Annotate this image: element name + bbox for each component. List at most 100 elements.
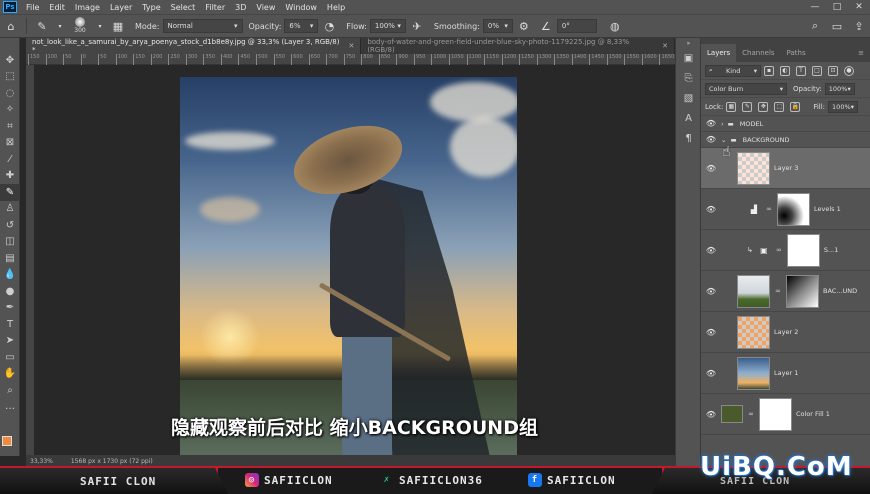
visibility-eye-icon[interactable]: 👁 <box>701 164 721 173</box>
blend-mode-select[interactable]: Color Burn ▾ <box>705 82 787 95</box>
filter-smart-object-icon[interactable]: ⊡ <box>828 65 838 76</box>
menu-image[interactable]: Image <box>70 3 105 12</box>
lock-position-icon[interactable]: ✥ <box>758 101 769 112</box>
zoom-level[interactable]: 33,33% <box>30 458 53 465</box>
share-icon[interactable]: ⇪ <box>851 18 867 34</box>
tab-channels[interactable]: Channels <box>736 44 780 62</box>
menu-help[interactable]: Help <box>322 3 350 12</box>
type-tool-icon[interactable]: T <box>0 316 20 333</box>
maximize-button[interactable]: □ <box>826 0 848 14</box>
smoothing-settings-gear-icon[interactable]: ⚙ <box>516 18 532 34</box>
smoothing-input[interactable]: 0% ▾ <box>482 19 513 33</box>
airbrush-icon[interactable]: ✈ <box>409 18 425 34</box>
pressure-opacity-icon[interactable]: ◔ <box>321 18 337 34</box>
lock-artboard-icon[interactable]: ⬚ <box>774 101 785 112</box>
chevron-down-icon[interactable]: ▾ <box>56 18 64 34</box>
fill-input[interactable]: 100% ▾ <box>828 100 859 113</box>
visibility-eye-icon[interactable]: 👁 <box>701 246 721 255</box>
tab-document-2[interactable]: body-of-water-and-green-field-under-blue… <box>361 38 675 54</box>
brush-tool-icon[interactable]: ✎ <box>0 184 20 201</box>
pressure-size-icon[interactable]: ◍ <box>607 18 623 34</box>
close-tab-icon[interactable]: ✕ <box>662 42 668 50</box>
menu-edit[interactable]: Edit <box>44 3 70 12</box>
filter-toggle-icon[interactable]: ● <box>844 65 854 76</box>
history-panel-icon[interactable]: ▣ <box>676 48 701 68</box>
rectangle-tool-icon[interactable]: ▭ <box>0 349 20 366</box>
frame-tool-icon[interactable]: ⊠ <box>0 135 20 152</box>
menu-view[interactable]: View <box>251 3 280 12</box>
menu-window[interactable]: Window <box>280 3 322 12</box>
character-panel-icon[interactable]: A <box>676 108 701 128</box>
menu-file[interactable]: File <box>21 3 44 12</box>
filter-pixel-icon[interactable]: ▪ <box>764 65 774 76</box>
visibility-eye-icon[interactable]: 👁 <box>701 135 721 144</box>
visibility-eye-icon[interactable]: 👁 <box>701 410 721 419</box>
eraser-tool-icon[interactable]: ◫ <box>0 234 20 251</box>
chevron-right-icon[interactable]: › <box>721 120 724 128</box>
layer-row[interactable]: 👁 Layer 1 <box>701 353 870 394</box>
visibility-eye-icon[interactable]: 👁 <box>701 287 721 296</box>
kind-filter-select[interactable]: ⌕ Kind ▾ <box>705 64 761 77</box>
healing-brush-tool-icon[interactable]: ✚ <box>0 168 20 185</box>
layer-row[interactable]: 👁 ▟ ∞ Levels 1 <box>701 189 870 230</box>
brush-settings-icon[interactable]: ▦ <box>110 18 126 34</box>
chevron-down-icon[interactable]: ▾ <box>96 18 104 34</box>
move-tool-icon[interactable]: ✥ <box>0 52 20 69</box>
hand-tool-icon[interactable]: ✋ <box>0 366 20 383</box>
mode-select[interactable]: Normal ▾ <box>162 19 243 33</box>
layer-opacity-input[interactable]: 100% ▾ <box>824 82 855 95</box>
angle-input[interactable]: 0° <box>556 19 597 33</box>
adjustments-panel-icon[interactable]: ▧ <box>676 88 701 108</box>
panel-collapse-icon[interactable]: » <box>676 38 701 48</box>
gradient-tool-icon[interactable]: ▤ <box>0 250 20 267</box>
menu-layer[interactable]: Layer <box>105 3 137 12</box>
zoom-tool-icon[interactable]: ⌕ <box>0 382 20 399</box>
pen-tool-icon[interactable]: ✒ <box>0 300 20 317</box>
opacity-input[interactable]: 6% ▾ <box>284 19 319 33</box>
clone-stamp-tool-icon[interactable]: ♙ <box>0 201 20 218</box>
filter-shape-icon[interactable]: □ <box>812 65 822 76</box>
layer-row[interactable]: 👁 Layer 2 <box>701 312 870 353</box>
tab-document-1[interactable]: not_look_like_a_samurai_by_arya_poenya_s… <box>26 38 362 54</box>
tab-paths[interactable]: Paths <box>781 44 812 62</box>
search-icon[interactable]: ⌕ <box>807 18 823 34</box>
layer-row[interactable]: 👁 ∞ BAC...UND <box>701 271 870 312</box>
history-brush-tool-icon[interactable]: ↺ <box>0 217 20 234</box>
foreground-color-swatch[interactable] <box>2 436 12 446</box>
home-icon[interactable]: ⌂ <box>3 18 19 34</box>
visibility-eye-icon[interactable]: 👁 <box>701 369 721 378</box>
paragraph-panel-icon[interactable]: ¶ <box>676 128 701 148</box>
menu-filter[interactable]: Filter <box>200 3 230 12</box>
brush-preset-picker[interactable]: 300 <box>67 16 93 36</box>
properties-panel-icon[interactable]: ⎘ <box>676 68 701 88</box>
workspace-icon[interactable]: ▭ <box>829 18 845 34</box>
close-tab-icon[interactable]: ✕ <box>348 42 354 50</box>
lock-all-icon[interactable]: 🔒 <box>790 101 801 112</box>
menu-select[interactable]: Select <box>166 3 201 12</box>
menu-type[interactable]: Type <box>137 3 165 12</box>
eyedropper-tool-icon[interactable]: ⁄ <box>0 151 20 168</box>
dodge-tool-icon[interactable]: ● <box>0 283 20 300</box>
minimize-button[interactable]: — <box>804 0 826 14</box>
filter-adjustment-icon[interactable]: ◐ <box>780 65 790 76</box>
layer-row[interactable]: 👁 ↳ ▣ ∞ S...1 <box>701 230 870 271</box>
filter-type-icon[interactable]: T <box>796 65 806 76</box>
lasso-tool-icon[interactable]: ◌ <box>0 85 20 102</box>
layer-row[interactable]: 👁 › ▬ MODEL <box>701 116 870 132</box>
crop-tool-icon[interactable]: ⌗ <box>0 118 20 135</box>
path-selection-tool-icon[interactable]: ➤ <box>0 333 20 350</box>
blur-tool-icon[interactable]: 💧 <box>0 267 20 284</box>
flow-input[interactable]: 100% ▾ <box>369 19 406 33</box>
quick-select-tool-icon[interactable]: ✧ <box>0 102 20 119</box>
visibility-eye-icon[interactable]: 👁 <box>701 328 721 337</box>
chevron-down-icon[interactable]: ⌄ <box>721 136 726 144</box>
more-tools-icon[interactable]: … <box>0 399 20 416</box>
close-button[interactable]: ✕ <box>848 0 870 14</box>
visibility-eye-icon[interactable]: 👁 <box>701 205 721 214</box>
layer-row[interactable]: 👁 ∞ Color Fill 1 <box>701 394 870 435</box>
marquee-tool-icon[interactable]: ⬚ <box>0 69 20 86</box>
menu-3d[interactable]: 3D <box>230 3 251 12</box>
lock-pixels-icon[interactable]: ✎ <box>742 101 753 112</box>
visibility-eye-icon[interactable]: 👁 <box>701 119 721 128</box>
brush-tool-icon[interactable]: ✎ <box>34 18 50 34</box>
